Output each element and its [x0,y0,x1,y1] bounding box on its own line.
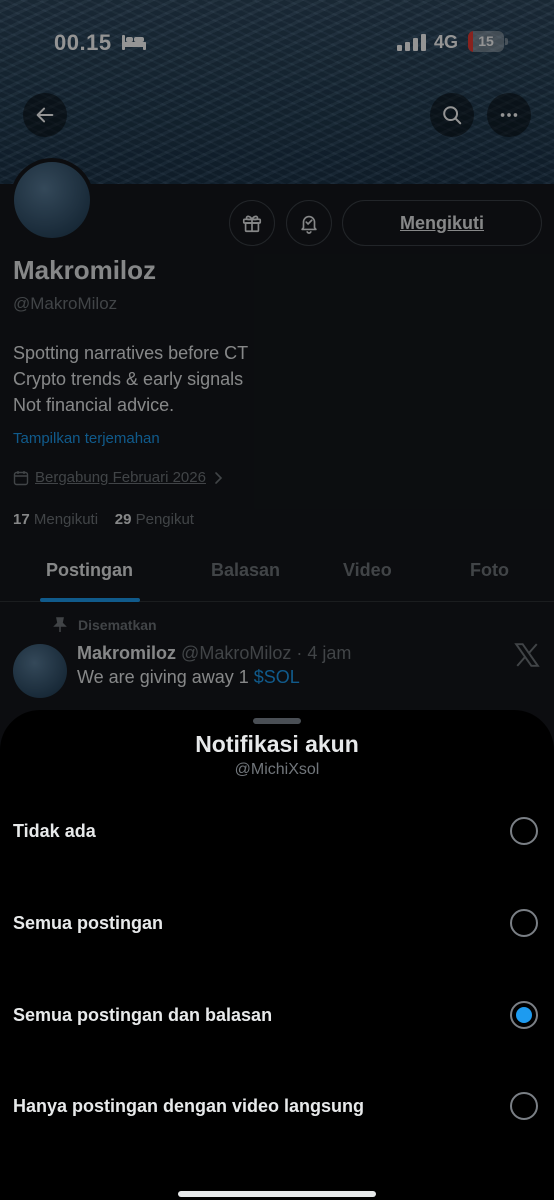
radio-button[interactable] [510,909,538,937]
option-label: Semua postingan [13,913,164,933]
option-none[interactable]: Tidak ada [0,801,554,861]
sheet-grabber[interactable] [253,718,301,724]
option-label: Semua postingan dan balasan [13,1005,273,1025]
option-all-posts-and-replies[interactable]: Semua postingan dan balasan [0,985,554,1045]
sheet-subtitle: @MichiXsol [234,761,320,778]
radio-button[interactable] [510,817,538,845]
account-notification-sheet: Notifikasi akun @MichiXsol Tidak ada Sem… [0,710,554,1200]
option-live-video-only[interactable]: Hanya postingan dengan video langsung [0,1076,554,1136]
option-all-posts[interactable]: Semua postingan [0,893,554,953]
radio-dot [516,1007,532,1023]
option-label: Tidak ada [13,821,96,841]
radio-button-selected[interactable] [510,1001,538,1029]
home-indicator[interactable] [178,1191,376,1197]
radio-button[interactable] [510,1092,538,1120]
option-label: Hanya postingan dengan video langsung [13,1096,365,1116]
sheet-title: Notifikasi akun [195,731,359,757]
